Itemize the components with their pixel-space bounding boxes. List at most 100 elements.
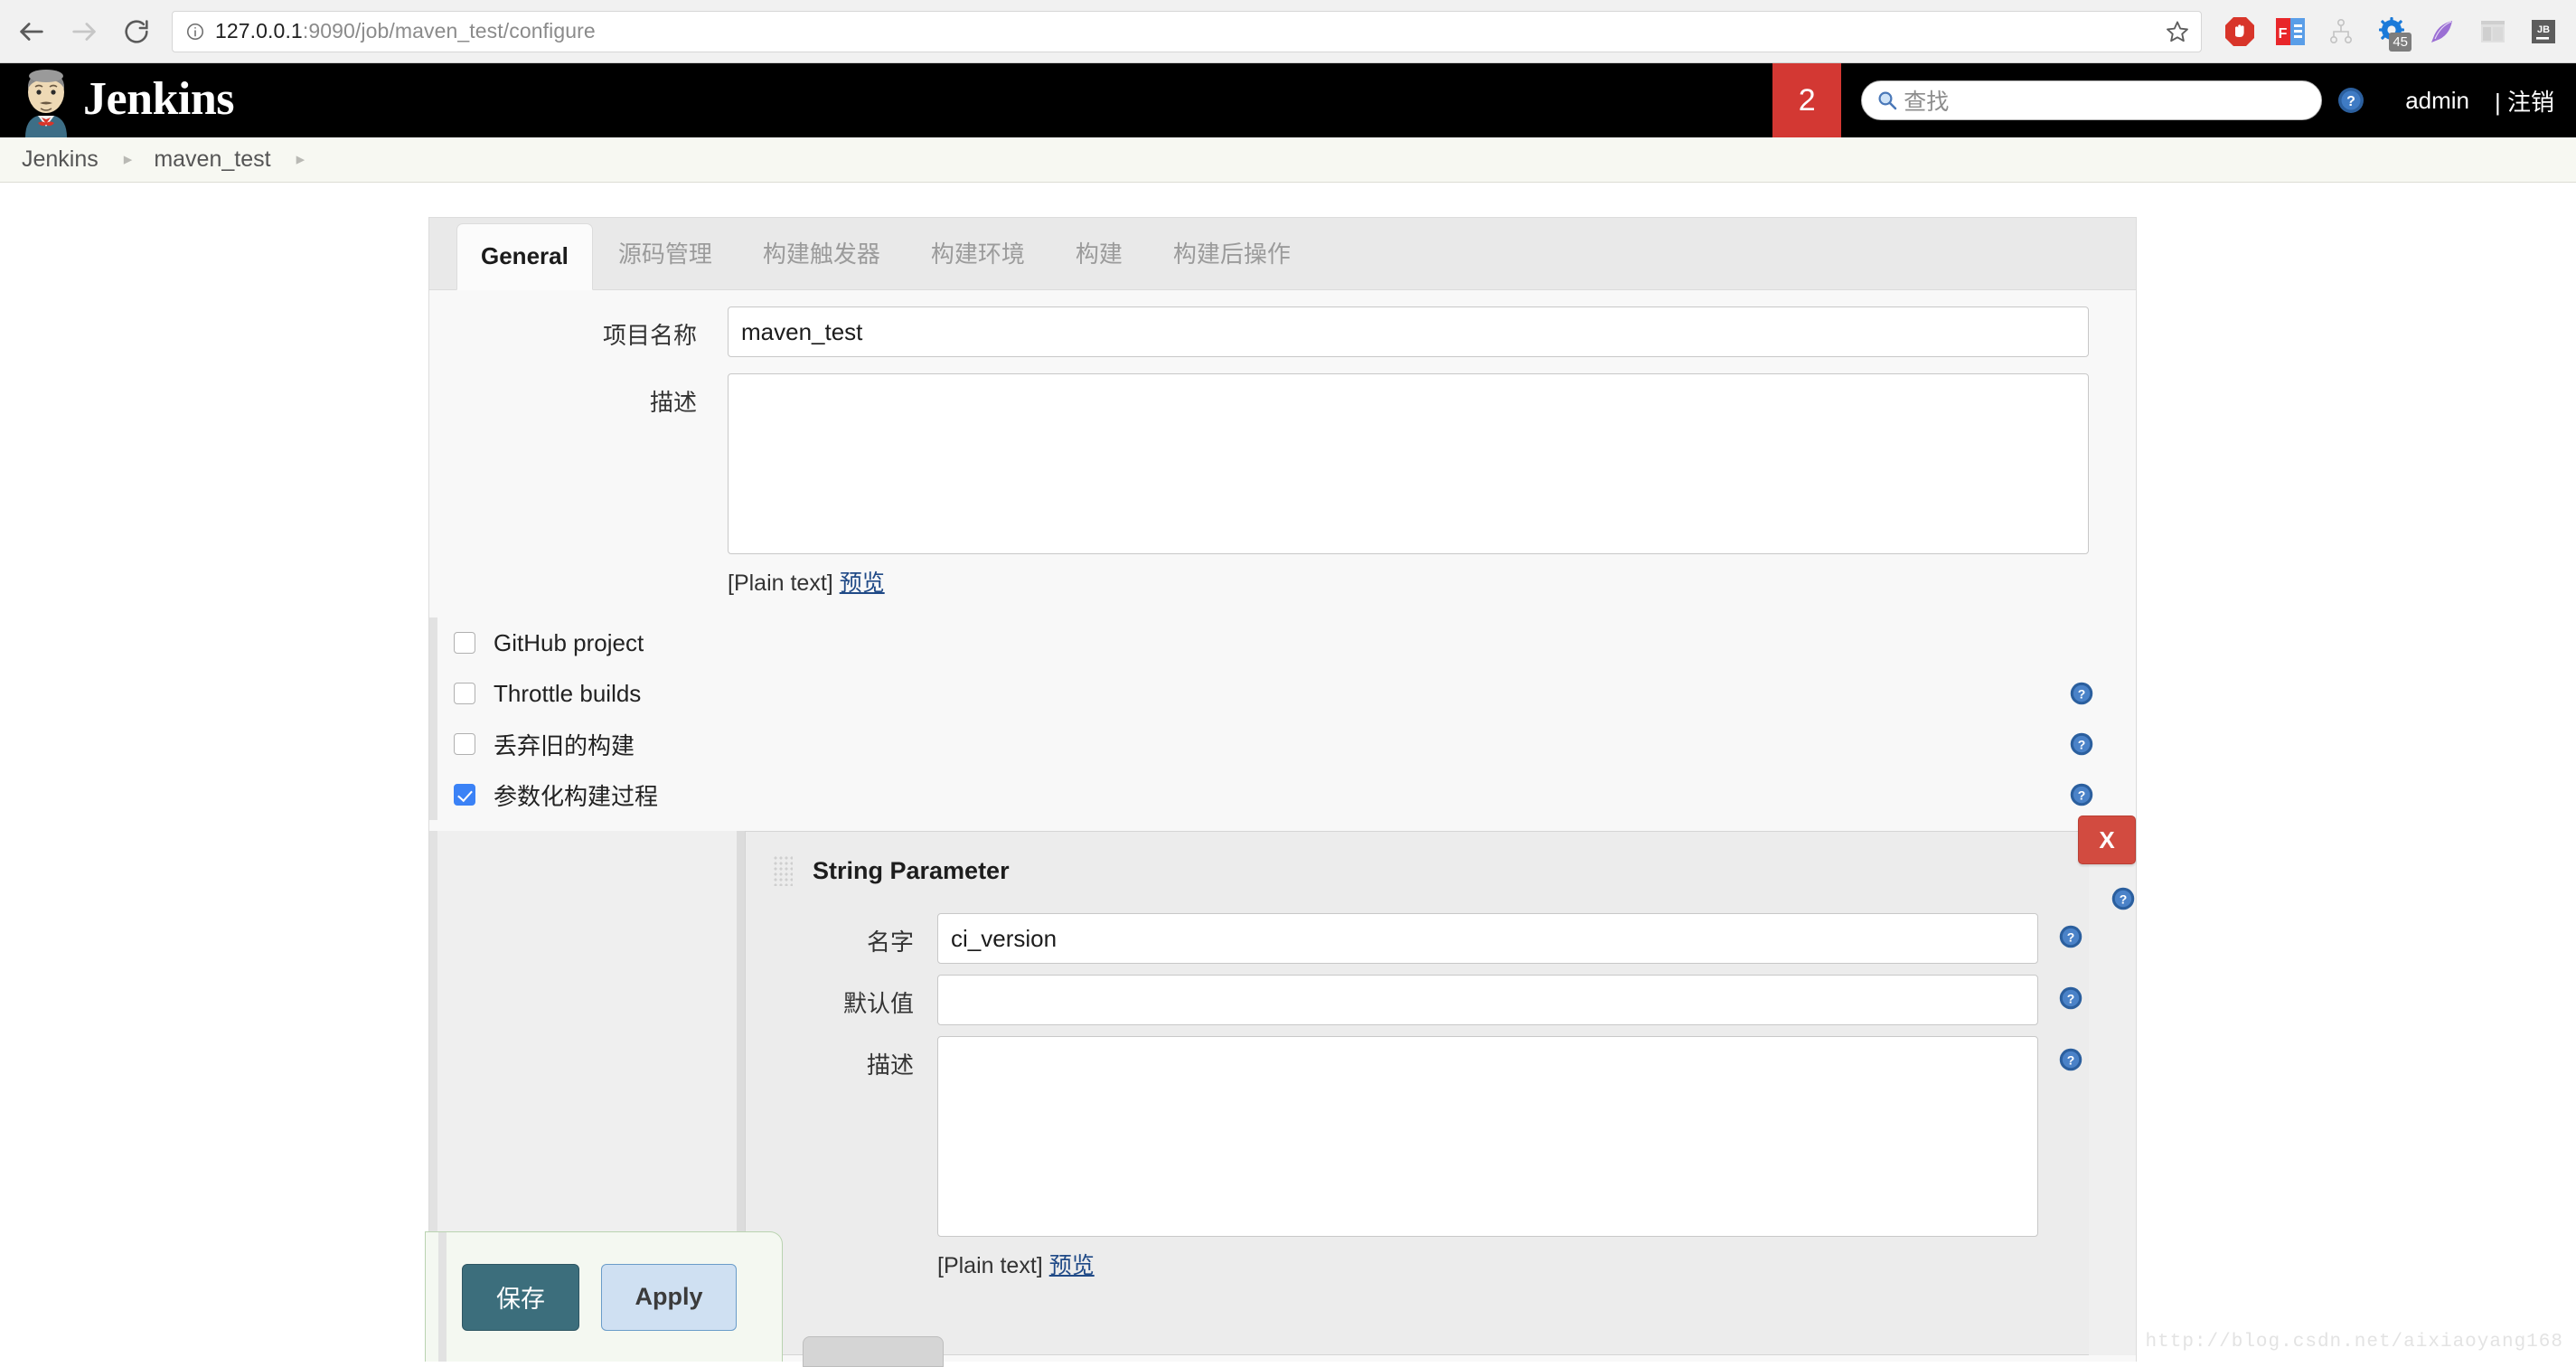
option-discard-old-builds[interactable]: 丢弃旧的构建 ?	[437, 719, 2136, 769]
reload-icon[interactable]	[110, 5, 163, 58]
description-textarea[interactable]	[728, 373, 2089, 554]
apply-button[interactable]: Apply	[601, 1263, 737, 1331]
project-name-control: maven_test	[728, 306, 2136, 357]
back-arrow-icon[interactable]	[5, 5, 58, 58]
breadcrumb-separator: ▸	[123, 150, 133, 169]
feather-icon[interactable]	[2417, 6, 2468, 57]
tab-build-triggers[interactable]: 构建触发器	[738, 236, 906, 289]
svg-text:?: ?	[2078, 737, 2086, 751]
config-tab-bar: General 源码管理 构建触发器 构建环境 构建 构建后操作	[429, 218, 2136, 290]
option-github-project[interactable]: GitHub project	[437, 618, 2136, 668]
description-label: 描述	[649, 389, 697, 416]
breadcrumb-item-jenkins[interactable]: Jenkins	[0, 146, 99, 173]
breadcrumb: Jenkins ▸ maven_test ▸	[0, 137, 2576, 183]
url-host: 127.0.0.1	[215, 19, 303, 42]
parameter-default-input[interactable]	[937, 975, 2038, 1025]
field-parameter-name: 名字 ci_version ?	[746, 902, 2089, 964]
url-bar[interactable]: 127.0.0.1:9090/job/maven_test/configure	[172, 10, 2202, 52]
throttle-builds-label: Throttle builds	[494, 679, 642, 707]
preview-link[interactable]: 预览	[840, 570, 885, 596]
string-parameter-header: String Parameter ?	[746, 832, 2135, 910]
parameterized-build-checkbox[interactable]	[454, 784, 475, 806]
action-bar-gutter	[438, 1232, 447, 1362]
save-button[interactable]: 保存	[462, 1263, 579, 1331]
help-icon[interactable]: ?	[2336, 86, 2365, 115]
browser-window: 127.0.0.1:9090/job/maven_test/configure …	[0, 0, 2576, 1367]
parameter-description-label: 描述	[866, 1051, 914, 1079]
svg-text:?: ?	[2078, 686, 2086, 701]
search-icon	[1876, 90, 1898, 111]
field-parameter-description: 描述 [Plain text] 预览 ?	[746, 1025, 2089, 1280]
parameter-markup-hint: [Plain text] 预览	[937, 1237, 2038, 1280]
description-control: [Plain text] 预览	[728, 373, 2136, 598]
logout-link[interactable]: | 注销	[2469, 84, 2576, 118]
jetbrains-icon[interactable]: JB	[2518, 6, 2569, 57]
description-markup-hint: [Plain text] 预览	[728, 554, 2089, 598]
build-queue-badge[interactable]: 2	[1772, 63, 1842, 137]
url-path: :9090/job/maven_test/configure	[302, 19, 596, 42]
project-name-input[interactable]: maven_test	[728, 306, 2089, 357]
field-project-name: 项目名称 maven_test	[429, 290, 2136, 357]
extension-badge-count: 45	[2389, 32, 2411, 52]
url-text: 127.0.0.1:9090/job/maven_test/configure	[215, 19, 596, 43]
search-input[interactable]: 查找	[1861, 80, 2323, 120]
search-placeholder: 查找	[1904, 90, 1950, 115]
tab-post-build-actions[interactable]: 构建后操作	[1148, 236, 1316, 289]
help-icon[interactable]: ?	[2069, 782, 2094, 807]
star-icon[interactable]	[2163, 17, 2192, 46]
plain-text-label: [Plain text]	[937, 1253, 1043, 1278]
svg-text:JB: JB	[2537, 24, 2550, 35]
breadcrumb-separator: ▸	[296, 150, 306, 169]
parameter-description-control: [Plain text] 预览 ?	[937, 1036, 2089, 1280]
jenkins-butler-logo	[18, 67, 74, 137]
throttle-builds-checkbox[interactable]	[454, 683, 475, 704]
field-description: 描述 [Plain text] 预览	[429, 357, 2136, 598]
drag-handle-icon[interactable]	[773, 855, 793, 886]
sitemap-icon[interactable]	[2316, 6, 2366, 57]
tab-general[interactable]: General	[456, 223, 593, 290]
help-icon[interactable]: ?	[2069, 681, 2094, 706]
page-info-icon[interactable]	[185, 22, 205, 42]
extension-toolbar: F 45 JB	[2214, 6, 2576, 57]
help-icon[interactable]: ?	[2058, 985, 2083, 1011]
github-project-checkbox[interactable]	[454, 632, 475, 654]
help-icon[interactable]: ?	[2069, 731, 2094, 757]
parameter-name-control: ci_version ?	[937, 913, 2089, 964]
layout-icon[interactable]	[2468, 6, 2518, 57]
svg-text:?: ?	[2078, 787, 2086, 802]
field-parameter-default: 默认值 ?	[746, 964, 2089, 1025]
parameter-name-input[interactable]: ci_version	[937, 913, 2038, 964]
svg-text:?: ?	[2120, 891, 2128, 906]
jenkins-logo-link[interactable]: Jenkins	[0, 63, 235, 137]
parameter-description-textarea[interactable]	[937, 1036, 2038, 1237]
svg-text:?: ?	[2067, 991, 2075, 1005]
tab-source-management[interactable]: 源码管理	[593, 236, 738, 289]
user-name[interactable]: admin	[2365, 87, 2469, 115]
tab-build-environment[interactable]: 构建环境	[906, 236, 1050, 289]
discard-old-builds-checkbox[interactable]	[454, 733, 475, 755]
breadcrumb-item-maven-test[interactable]: maven_test	[132, 146, 270, 173]
adblock-icon[interactable]	[2214, 6, 2265, 57]
parameter-default-label: 默认值	[842, 990, 914, 1017]
gear-extension-icon[interactable]: 45	[2366, 6, 2417, 57]
config-form: 项目名称 maven_test 描述 [Plain text] 预览 GitHu…	[429, 290, 2136, 1355]
option-throttle-builds[interactable]: Throttle builds ?	[437, 668, 2136, 719]
bottom-partial-button[interactable]	[803, 1336, 944, 1367]
project-name-label: 项目名称	[602, 322, 697, 349]
options-section: GitHub project Throttle builds ? 丢弃旧的构建	[429, 618, 2136, 820]
delete-parameter-button[interactable]: X	[2078, 815, 2136, 864]
help-icon[interactable]: ?	[2058, 1047, 2083, 1072]
preview-link[interactable]: 预览	[1049, 1253, 1095, 1278]
parameter-default-control: ?	[937, 975, 2089, 1025]
help-icon[interactable]: ?	[2111, 886, 2136, 911]
string-parameter-title: String Parameter	[813, 856, 1010, 884]
config-panel: General 源码管理 构建触发器 构建环境 构建 构建后操作 项目名称 ma…	[428, 217, 2137, 1362]
option-parameterized-build[interactable]: 参数化构建过程 ?	[437, 769, 2136, 820]
help-icon[interactable]: ?	[2058, 924, 2083, 949]
fe-extension-icon[interactable]: F	[2265, 6, 2316, 57]
plain-text-label: [Plain text]	[728, 570, 833, 596]
jenkins-title: Jenkins	[83, 73, 235, 125]
forward-arrow-icon	[58, 5, 110, 58]
tab-build[interactable]: 构建	[1050, 236, 1148, 289]
discard-old-builds-label: 丢弃旧的构建	[494, 731, 635, 759]
